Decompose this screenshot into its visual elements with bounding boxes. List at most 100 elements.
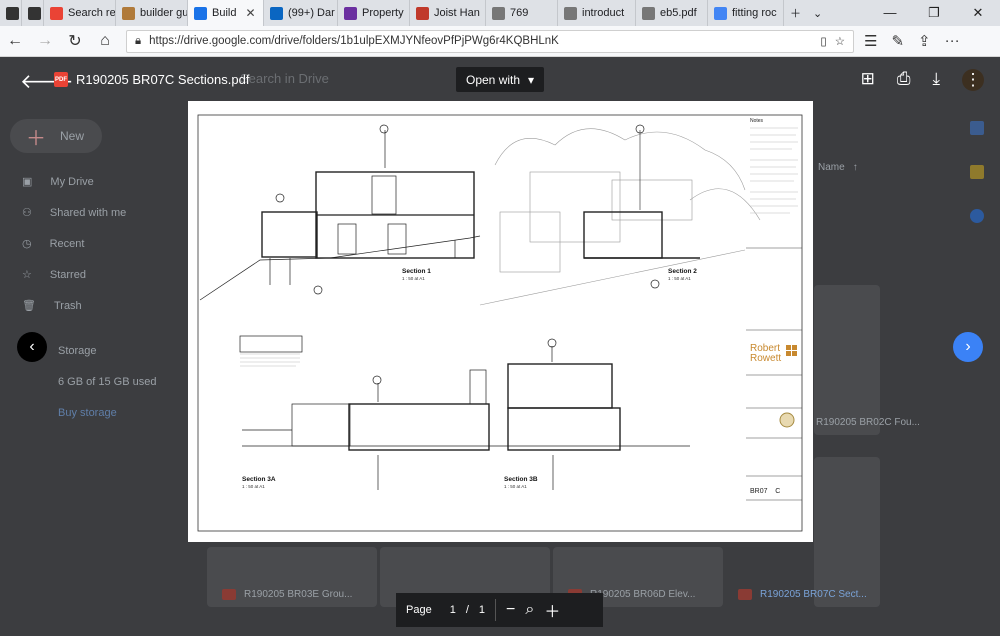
section-3a-scale: 1 : 50 at A1: [242, 484, 265, 489]
section-3a-title: Section 3A: [242, 476, 276, 483]
storage-text: 6 GB of 15 GB used: [58, 376, 157, 388]
pdf-icon: [222, 589, 236, 600]
next-file-button[interactable]: ›: [953, 332, 983, 362]
linkedin-icon: [270, 6, 283, 20]
file-name-1[interactable]: R190205 BR03E Grou...: [222, 589, 352, 600]
home-icon[interactable]: ⌂: [90, 32, 120, 50]
house-icon: [122, 6, 135, 20]
page-current: 1: [449, 604, 456, 616]
tab-title: Search re: [68, 7, 116, 19]
sidebar-item-recent[interactable]: ◷ Recent: [22, 237, 84, 251]
section-1-title: Section 1: [402, 268, 431, 275]
favorites-icon[interactable]: ☰: [864, 32, 877, 50]
viewer-toolbar: 🡐 PDF R190205 BR07C Sections.pdf Open wi…: [0, 57, 1000, 103]
sidebar-item-starred[interactable]: ☆ Starred: [22, 268, 86, 282]
window-controls: — ❐ ✕: [868, 5, 1000, 21]
close-tab-icon[interactable]: ✕: [245, 6, 255, 20]
buy-storage-link[interactable]: Buy storage: [58, 407, 117, 419]
browser-tab[interactable]: Build ✕: [188, 0, 264, 26]
zoom-in-icon[interactable]: ＋: [544, 598, 560, 622]
keep-icon[interactable]: [970, 165, 984, 179]
browser-tab[interactable]: builder gu: [116, 0, 188, 26]
pdf-file-icon: PDF: [54, 72, 68, 87]
print-icon[interactable]: ⎙: [897, 69, 911, 91]
calendar-icon[interactable]: [970, 121, 984, 135]
arrow-up-icon: ↑: [852, 162, 858, 173]
browser-tab[interactable]: Property: [338, 0, 410, 26]
tab-title: Build: [212, 7, 237, 19]
tab-title: introduct: [582, 7, 625, 19]
file-name-4[interactable]: R190205 BR02C Fou...: [816, 417, 920, 428]
pdf-page: [188, 101, 813, 542]
browser-tab[interactable]: 769: [486, 0, 558, 26]
file-card[interactable]: [814, 285, 880, 435]
lock-icon: 🔒︎: [135, 34, 142, 47]
tab-title: builder gu: [140, 7, 188, 19]
section-3b-scale: 1 : 50 at A1: [504, 484, 527, 489]
close-window-icon[interactable]: ✕: [956, 5, 1000, 21]
sort-name[interactable]: Name ↑: [818, 162, 858, 173]
more-actions-icon[interactable]: ⋮: [962, 69, 984, 91]
browser-tab[interactable]: introduct: [558, 0, 636, 26]
tab-title: 769: [510, 7, 529, 19]
tab-list-button[interactable]: ⌄: [807, 0, 828, 26]
people-icon: ⚇: [22, 207, 32, 219]
file-card[interactable]: [814, 457, 880, 607]
url-field[interactable]: 🔒︎ https://drive.google.com/drive/folder…: [126, 29, 854, 53]
more-icon[interactable]: ···: [945, 32, 960, 50]
browser-tab[interactable]: [0, 0, 22, 26]
section-1-scale: 1 : 50 at A1: [402, 276, 425, 281]
plus-color-icon: ＋: [26, 127, 46, 150]
forward-icon[interactable]: →: [30, 32, 60, 50]
chevron-down-icon: ⌄: [813, 7, 823, 20]
zoom-out-icon[interactable]: −: [506, 601, 515, 619]
file-name-3[interactable]: R190205 BR07C Sect...: [738, 589, 867, 600]
tab-title: Property: [362, 7, 404, 19]
file-title: R190205 BR07C Sections.pdf: [76, 72, 250, 87]
sidebar-item-trash[interactable]: 🗑︎ Trash: [22, 299, 82, 313]
tab-actions-icon: [6, 6, 19, 20]
minimize-icon[interactable]: —: [868, 5, 912, 21]
page-label: Page: [406, 604, 432, 616]
tab-title: (99+) Dar: [288, 7, 335, 19]
previous-file-button[interactable]: ‹: [17, 332, 47, 362]
browser-tab[interactable]: fitting roc: [708, 0, 784, 26]
page-separator: /: [465, 604, 469, 616]
firm-name: Robert Rowett: [750, 343, 782, 364]
pen-icon[interactable]: ✎: [891, 32, 904, 50]
sidebar-item-shared[interactable]: ⚇ Shared with me: [22, 206, 126, 220]
page-icon: [564, 6, 577, 20]
add-comment-icon[interactable]: ⊞: [861, 69, 875, 91]
notes-title: Notes: [750, 118, 764, 124]
google-icon: [714, 6, 727, 20]
trash-icon: 🗑︎: [22, 300, 36, 312]
browser-tab[interactable]: Search re: [44, 0, 116, 26]
favorite-star-icon[interactable]: ☆: [835, 34, 845, 48]
section-3b-title: Section 3B: [504, 476, 538, 483]
page-controls: Page 1 / 1 − ⌕ ＋: [396, 593, 603, 627]
drive-icon: ▣: [22, 176, 33, 188]
tasks-icon[interactable]: [970, 209, 984, 223]
page-icon: [642, 6, 655, 20]
share-icon[interactable]: ⇪: [918, 32, 931, 50]
page-total: 1: [478, 604, 486, 616]
chevron-left-icon: ‹: [29, 338, 35, 355]
new-tab-button[interactable]: ＋: [784, 0, 807, 26]
tab-title: fitting roc: [732, 7, 777, 19]
refresh-icon[interactable]: ↻: [60, 31, 90, 51]
reading-view-icon[interactable]: ▯: [820, 34, 826, 48]
zillow-icon: [344, 6, 357, 20]
pdf-icon: [738, 589, 752, 600]
browser-tab[interactable]: (99+) Dar: [264, 0, 338, 26]
restore-icon[interactable]: ❐: [912, 5, 956, 21]
open-with-button[interactable]: Open with ▾: [456, 67, 545, 92]
zoom-fit-icon[interactable]: ⌕: [525, 601, 534, 619]
browser-tab[interactable]: eb5.pdf: [636, 0, 708, 26]
page-icon: [492, 6, 505, 20]
browser-tab[interactable]: [22, 0, 44, 26]
download-icon[interactable]: ⤓: [932, 69, 940, 91]
new-button[interactable]: ＋ New: [10, 119, 102, 153]
browser-tab[interactable]: Joist Han: [410, 0, 486, 26]
sidebar-item-my-drive[interactable]: ▣ My Drive: [22, 175, 94, 189]
back-icon[interactable]: ←: [0, 32, 30, 50]
